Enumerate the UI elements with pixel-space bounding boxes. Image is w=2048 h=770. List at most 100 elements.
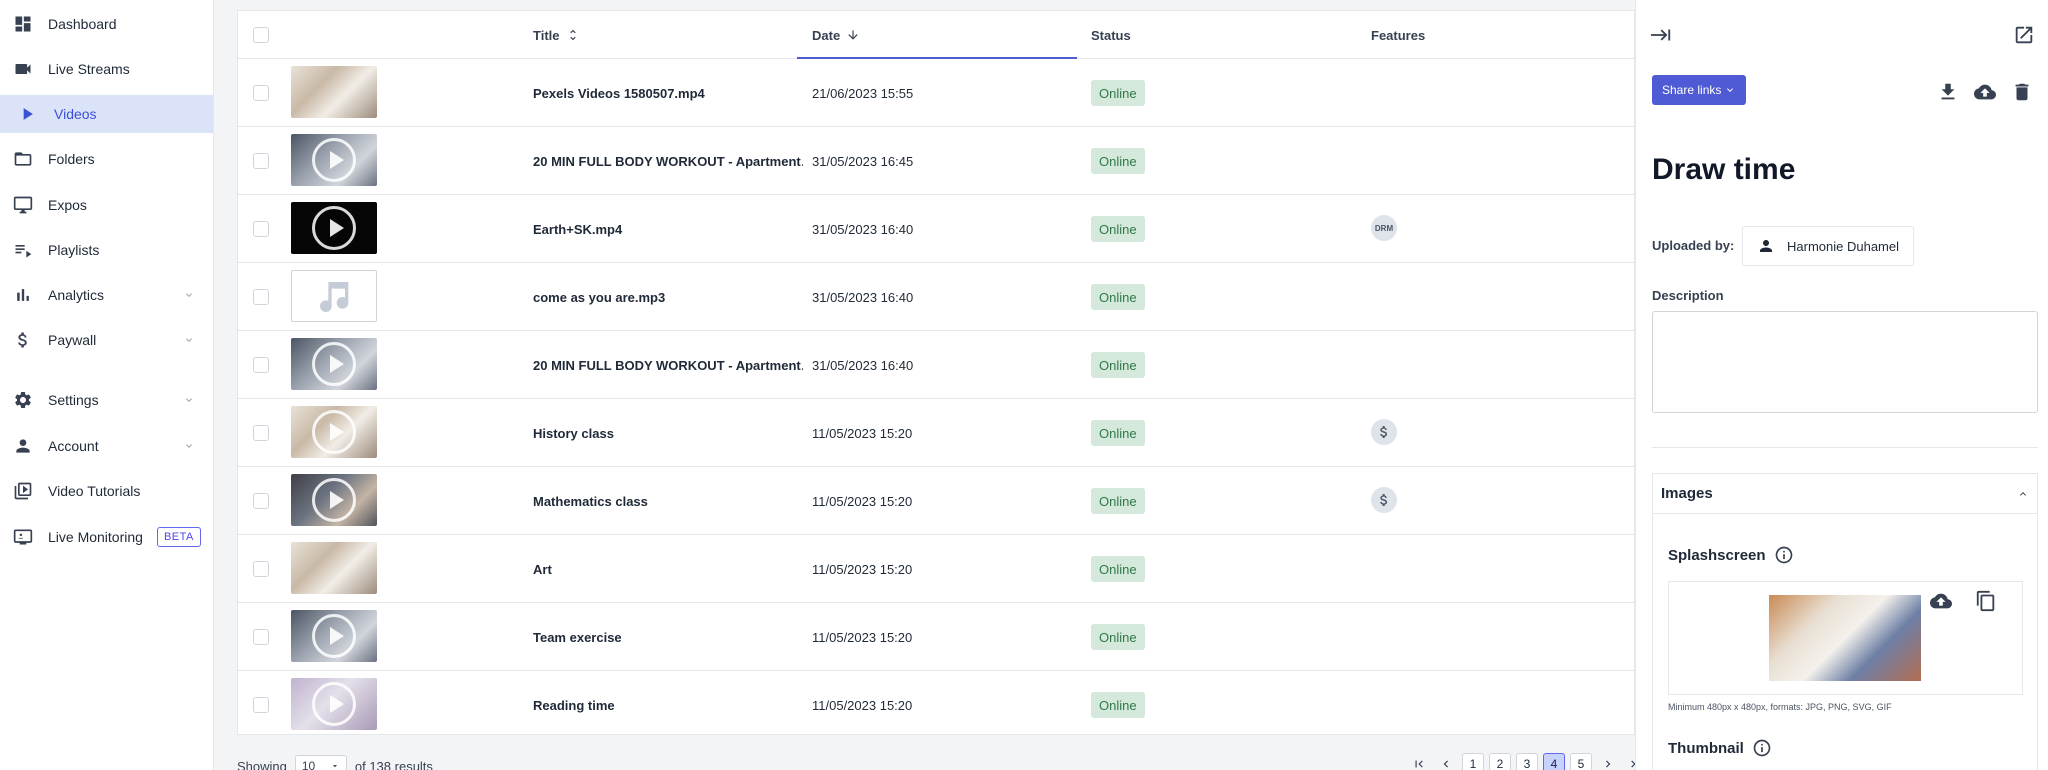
open-external-button[interactable] [2013,24,2037,48]
sidebar-item-settings[interactable]: Settings [0,381,213,419]
sidebar-item-paywall[interactable]: Paywall [0,321,213,359]
copy-splashscreen-button[interactable] [1975,590,1999,614]
row-checkbox[interactable] [253,153,269,169]
video-title-heading[interactable]: Draw time [1652,153,1795,187]
video-title[interactable]: Team exercise [533,603,803,671]
status-badge: Online [1091,80,1145,106]
sidebar-item-analytics[interactable]: Analytics [0,276,213,314]
upload-button[interactable] [1974,81,1998,105]
video-thumbnail[interactable] [291,134,377,186]
table-row[interactable]: Team exercise 11/05/2023 15:20 Online [238,603,1634,671]
page-button-1[interactable]: 1 [1462,753,1484,770]
video-thumbnail[interactable] [291,338,377,390]
sidebar-item-label: Folders [48,151,95,167]
description-textarea[interactable] [1652,311,2038,413]
table-row[interactable]: Earth+SK.mp4 31/05/2023 16:40 Online DRM [238,195,1634,263]
sidebar-item-folders[interactable]: Folders [0,140,213,178]
page-button-4[interactable]: 4 [1543,753,1565,770]
cloud-upload-icon [1974,84,1996,100]
row-checkbox[interactable] [253,357,269,373]
sidebar-item-expos[interactable]: Expos [0,186,213,224]
info-icon[interactable] [1752,738,1772,758]
table-row[interactable]: History class 11/05/2023 15:20 Online [238,399,1634,467]
row-checkbox[interactable] [253,221,269,237]
video-title[interactable]: come as you are.mp3 [533,263,803,331]
column-header-status[interactable]: Status [1091,11,1131,59]
video-title[interactable]: Reading time [533,671,803,739]
sidebar-item-video-tutorials[interactable]: Video Tutorials [0,472,213,510]
arrow-down-icon [848,30,858,40]
sidebar-item-videos[interactable]: Videos [0,95,213,133]
row-checkbox[interactable] [253,697,269,713]
images-section-header[interactable]: Images [1653,474,2037,514]
sidebar-item-dashboard[interactable]: Dashboard [0,5,213,43]
sidebar-item-live-monitoring[interactable]: Live Monitoring BETA [0,518,213,556]
sidebar-item-label: Analytics [48,287,105,303]
video-title[interactable]: 20 MIN FULL BODY WORKOUT - Apartment… [533,331,803,399]
sidebar-item-account[interactable]: Account [0,427,213,465]
delete-button[interactable] [2011,81,2035,105]
status-badge: Online [1091,352,1145,378]
results-summary: Showing 10 of 138 results [237,755,433,770]
video-title[interactable]: History class [533,399,803,467]
first-page-button[interactable] [1408,753,1430,770]
table-row[interactable]: Art 11/05/2023 15:20 Online [238,535,1634,603]
select-all-checkbox[interactable] [253,27,269,43]
video-date: 11/05/2023 15:20 [812,425,913,441]
cloud-upload-icon [1930,593,1952,609]
video-title[interactable]: Earth+SK.mp4 [533,195,803,263]
uploader-chip: Harmonie Duhamel [1742,226,1914,266]
play-icon [312,478,356,522]
table-row[interactable]: Mathematics class 11/05/2023 15:20 Onlin… [238,467,1634,535]
table-row[interactable]: Pexels Videos 1580507.mp4 21/06/2023 15:… [238,59,1634,127]
info-icon[interactable] [1774,545,1794,565]
video-thumbnail[interactable] [291,406,377,458]
share-links-button[interactable]: Share links [1652,75,1747,105]
table-row[interactable]: 20 MIN FULL BODY WORKOUT - Apartment… 31… [238,127,1634,195]
description-label: Description [1652,288,1724,303]
video-thumbnail[interactable] [291,678,377,730]
video-details-panel: Share links Draw time Uploaded by: Harmo… [1635,0,2048,770]
row-checkbox[interactable] [253,425,269,441]
table-row[interactable]: Reading time 11/05/2023 15:20 Online [238,671,1634,739]
play-icon [312,342,356,386]
row-checkbox[interactable] [253,289,269,305]
page-button-5[interactable]: 5 [1570,753,1592,770]
sidebar-item-live-streams[interactable]: Live Streams [0,50,213,88]
video-thumbnail[interactable] [291,610,377,662]
prev-page-button[interactable] [1435,753,1457,770]
row-checkbox[interactable] [253,85,269,101]
collapse-panel-button[interactable] [1650,24,1674,48]
column-header-features[interactable]: Features [1371,11,1425,59]
download-button[interactable] [1937,81,1961,105]
table-row[interactable]: 20 MIN FULL BODY WORKOUT - Apartment… 31… [238,331,1634,399]
column-header-title[interactable]: Title [533,11,580,59]
play-icon [16,103,38,125]
row-checkbox[interactable] [253,629,269,645]
music-note-icon [312,277,358,317]
video-title[interactable]: Mathematics class [533,467,803,535]
status-badge: Online [1091,148,1145,174]
upload-splashscreen-button[interactable] [1930,590,1954,614]
per-page-select[interactable]: 10 [294,755,347,770]
video-title[interactable]: Art [533,535,803,603]
video-thumbnail[interactable] [291,542,377,594]
table-row[interactable]: come as you are.mp3 31/05/2023 16:40 Onl… [238,263,1634,331]
video-title[interactable]: Pexels Videos 1580507.mp4 [533,59,803,127]
row-checkbox[interactable] [253,493,269,509]
video-thumbnail[interactable] [291,202,377,254]
chevron-right-icon [1606,760,1611,768]
video-thumbnail[interactable] [291,66,377,118]
next-page-button[interactable] [1597,753,1619,770]
page-button-2[interactable]: 2 [1489,753,1511,770]
sidebar-item-playlists[interactable]: Playlists [0,231,213,269]
audio-thumbnail[interactable] [291,270,377,322]
images-section: Images Splashscreen Minimum 480px x 480p… [1652,473,2038,770]
video-thumbnail[interactable] [291,474,377,526]
row-checkbox[interactable] [253,561,269,577]
video-date: 31/05/2023 16:40 [812,289,914,305]
column-header-date[interactable]: Date [812,11,860,59]
splashscreen-dropzone[interactable] [1668,581,2023,695]
video-title[interactable]: 20 MIN FULL BODY WORKOUT - Apartment… [533,127,803,195]
page-button-3[interactable]: 3 [1516,753,1538,770]
